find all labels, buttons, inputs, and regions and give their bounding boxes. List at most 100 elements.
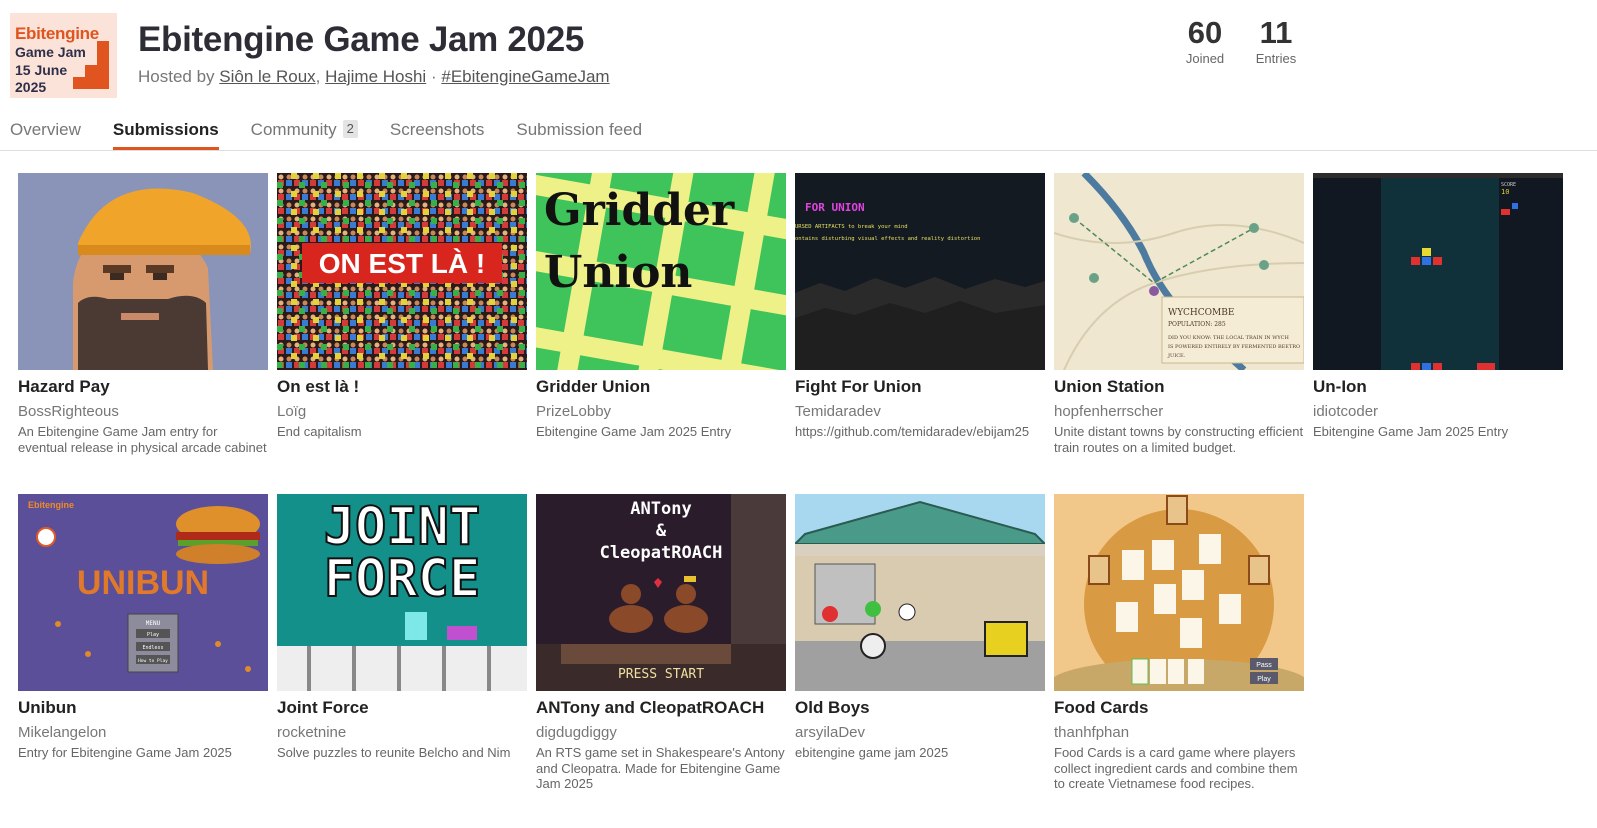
- game-thumbnail[interactable]: [795, 494, 1045, 691]
- game-thumbnail[interactable]: ANTony & CleopatROACH PRESS START: [536, 494, 786, 691]
- thumb-press-start: PRESS START: [618, 667, 704, 682]
- tab-overview[interactable]: Overview: [10, 118, 81, 151]
- game-title[interactable]: Fight For Union: [795, 377, 1045, 397]
- game-author[interactable]: BossRighteous: [18, 403, 268, 420]
- stat-joined: 60 Joined: [1180, 16, 1230, 67]
- game-thumbnail[interactable]: [18, 173, 268, 370]
- tab-submissions[interactable]: Submissions: [112, 118, 219, 151]
- host-link-hajime[interactable]: Hajime Hoshi: [325, 67, 426, 86]
- game-description: Food Cards is a card game where players …: [1054, 745, 1298, 791]
- game-title[interactable]: Old Boys: [795, 698, 1045, 718]
- game-title[interactable]: On est là !: [277, 377, 527, 397]
- game-title[interactable]: Union Station: [1054, 377, 1304, 397]
- hosted-by: Hosted by Siôn le Roux, Hajime Hoshi · #…: [138, 67, 610, 86]
- host-link-sion[interactable]: Siôn le Roux: [219, 67, 315, 86]
- game-title[interactable]: Unibun: [18, 698, 268, 718]
- game-author[interactable]: Loïg: [277, 403, 527, 420]
- game-thumbnail[interactable]: SCORE 10: [1313, 173, 1563, 370]
- game-author[interactable]: Temidaradev: [795, 403, 1045, 420]
- thumb-text-line-1: WYCHCOMBE: [1168, 308, 1234, 318]
- thumb-menu-play: Play: [147, 632, 159, 638]
- thumb-text-line-2: Union: [544, 247, 692, 298]
- logo-line-2: Game Jam: [15, 44, 86, 60]
- thumb-text-line-1: ANTony: [630, 499, 691, 519]
- game-title[interactable]: Gridder Union: [536, 377, 786, 397]
- thumb-text-line-2: FORCE: [324, 549, 481, 609]
- jam-tabs: Overview Submissions Community 2 Screensh…: [10, 118, 674, 151]
- game-card: Old Boys arsyilaDev ebitengine game jam …: [795, 494, 1045, 761]
- thumb-text-line-1: FOR UNION: [805, 201, 865, 214]
- game-description: Entry for Ebitengine Game Jam 2025: [18, 745, 232, 760]
- game-thumbnail[interactable]: JOINT FORCE: [277, 494, 527, 691]
- thumb-menu-howto: How to Play: [138, 658, 168, 664]
- thumb-text-line-1: JOINT: [324, 497, 481, 557]
- game-card: WYCHCOMBE POPULATION: 285 DID YOU KNOW: …: [1054, 173, 1304, 455]
- game-author[interactable]: digdugdiggy: [536, 724, 786, 741]
- logo-line-3: 15 June: [15, 62, 68, 78]
- thumb-text-line-3: CleopatROACH: [600, 543, 723, 563]
- entries-label: Entries: [1255, 51, 1297, 66]
- game-title[interactable]: Food Cards: [1054, 698, 1304, 718]
- game-description: ebitengine game jam 2025: [795, 745, 949, 760]
- tab-community-label: Community: [250, 120, 337, 139]
- game-title[interactable]: Joint Force: [277, 698, 527, 718]
- game-description: Ebitengine Game Jam 2025 Entry: [536, 424, 732, 439]
- game-card: Gridder Union Gridder Union PrizeLobby E…: [536, 173, 786, 440]
- game-author[interactable]: Mikelangelon: [18, 724, 268, 741]
- game-author[interactable]: rocketnine: [277, 724, 527, 741]
- game-card: JOINT FORCE Joint Force rocketnine Solve…: [277, 494, 527, 761]
- game-thumbnail[interactable]: Gridder Union: [536, 173, 786, 370]
- joined-label: Joined: [1185, 51, 1225, 66]
- thumb-text-line-1: Gridder: [544, 185, 735, 236]
- game-title[interactable]: ANTony and CleopatROACH: [536, 698, 786, 718]
- game-author[interactable]: idiotcoder: [1313, 403, 1563, 420]
- game-thumbnail[interactable]: Pass Play: [1054, 494, 1304, 691]
- game-card: FOR UNION URSED ARTIFACTS to break your …: [795, 173, 1045, 440]
- logo-line-1: Ebitengine: [15, 24, 99, 43]
- game-title[interactable]: Un-Ion: [1313, 377, 1563, 397]
- thumb-text-line-3: ontains disturbing visual effects and re…: [795, 236, 980, 242]
- thumb-text-line-2: URSED ARTIFACTS to break your mind: [795, 224, 908, 230]
- logo-line-4: 2025: [15, 79, 47, 95]
- thumb-score-value: 10: [1501, 188, 1509, 196]
- thumb-brand: Ebitengine: [28, 500, 74, 510]
- thumb-pass: Pass: [1256, 662, 1272, 669]
- game-author[interactable]: arsyilaDev: [795, 724, 1045, 741]
- game-author[interactable]: PrizeLobby: [536, 403, 786, 420]
- thumb-menu-endless: Endless: [142, 645, 163, 651]
- thumb-text-line-4: IS POWERED ENTIRELY BY FERMENTED BEETRO: [1168, 344, 1300, 350]
- thumb-menu: MENU: [146, 620, 161, 627]
- game-thumbnail[interactable]: ON EST LÀ !: [277, 173, 527, 370]
- tab-screenshots[interactable]: Screenshots: [390, 118, 485, 151]
- thumb-text-line-2: POPULATION: 285: [1168, 321, 1226, 328]
- separator: ·: [430, 67, 437, 86]
- thumb-text: ON EST LÀ !: [319, 248, 485, 279]
- header-divider: [0, 150, 1597, 151]
- game-card: SCORE 10 Un-Ion idiotcoder Ebitengine Ga…: [1313, 173, 1563, 440]
- game-author[interactable]: thanhfphan: [1054, 724, 1304, 741]
- game-description: Unite distant towns by constructing effi…: [1054, 424, 1304, 455]
- jam-header: Ebitengine Game Jam 15 June 2025 Ebiteng…: [0, 0, 1597, 151]
- thumb-text-line-5: JUICE.: [1167, 353, 1186, 359]
- jam-logo[interactable]: Ebitengine Game Jam 15 June 2025: [10, 13, 117, 98]
- game-description: Ebitengine Game Jam 2025 Entry: [1313, 424, 1509, 439]
- hashtag-link[interactable]: #EbitengineGameJam: [441, 67, 609, 86]
- game-thumbnail[interactable]: Ebitengine UNIBUN MENU Play Endless How …: [18, 494, 268, 691]
- game-card: ON EST LÀ ! On est là ! Loïg End capital…: [277, 173, 527, 440]
- game-title[interactable]: Hazard Pay: [18, 377, 268, 397]
- jam-title: Ebitengine Game Jam 2025: [138, 20, 585, 59]
- game-description: Solve puzzles to reunite Belcho and Nim: [277, 745, 511, 760]
- thumb-text-line-2: &: [656, 521, 667, 541]
- game-author[interactable]: hopfenherrscher: [1054, 403, 1304, 420]
- thumb-play: Play: [1257, 676, 1271, 683]
- game-description: An Ebitengine Game Jam entry for eventua…: [18, 424, 267, 455]
- game-thumbnail[interactable]: WYCHCOMBE POPULATION: 285 DID YOU KNOW: …: [1054, 173, 1304, 370]
- entries-count: 11: [1259, 15, 1293, 50]
- game-description: https://github.com/temidaradev/ebijam25: [795, 424, 1030, 439]
- game-card: ANTony & CleopatROACH PRESS START ANTony…: [536, 494, 786, 792]
- game-card: Pass Play Food Cards thanhfphan Food Car…: [1054, 494, 1304, 792]
- tab-community[interactable]: Community 2: [251, 118, 358, 151]
- game-thumbnail[interactable]: FOR UNION URSED ARTIFACTS to break your …: [795, 173, 1045, 370]
- tab-submission-feed[interactable]: Submission feed: [516, 118, 642, 151]
- thumb-logo: UNIBUN: [77, 564, 209, 602]
